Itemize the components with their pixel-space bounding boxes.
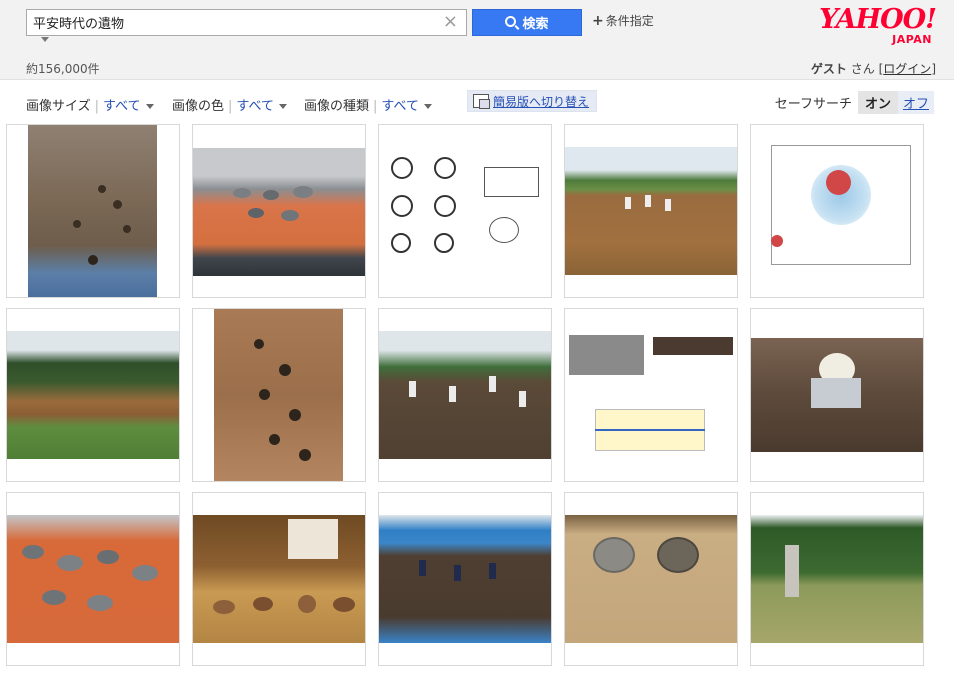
clear-icon[interactable]: × xyxy=(443,12,458,32)
filter-image-type[interactable]: 画像の種類 | すべて xyxy=(304,95,432,114)
chevron-down-icon xyxy=(145,104,154,109)
filter-value[interactable]: すべて xyxy=(103,99,141,114)
user-name: ゲスト xyxy=(810,62,847,76)
search-button-label: 検索 xyxy=(522,17,549,32)
image-result[interactable] xyxy=(192,492,366,666)
filter-image-size[interactable]: 画像サイズ | すべて xyxy=(26,95,154,114)
search-assist-arrow-icon[interactable] xyxy=(41,37,49,42)
image-result[interactable] xyxy=(6,492,180,666)
filter-separator: | xyxy=(228,99,233,114)
image-result-worker-in-pit xyxy=(751,338,923,452)
filter-separator: | xyxy=(94,99,100,114)
image-result[interactable] xyxy=(564,492,738,666)
filter-separator: | xyxy=(373,99,378,114)
filter-label: 画像サイズ xyxy=(26,99,91,114)
safe-search-on[interactable]: オン xyxy=(857,91,898,114)
image-result-excavation-workers-blue-tarp xyxy=(379,515,551,643)
image-result-coin-drawings xyxy=(379,147,551,275)
yahoo-japan-logo[interactable]: YAHOO! JAPAN xyxy=(796,4,937,46)
image-result[interactable] xyxy=(750,124,924,298)
image-result-excavation-site-tarp xyxy=(28,125,157,297)
image-result[interactable] xyxy=(6,308,180,482)
user-status: ゲスト さん [ログイン] xyxy=(811,60,936,77)
filter-value[interactable]: すべて xyxy=(381,99,419,114)
chevron-down-icon xyxy=(278,104,287,109)
image-result-site-distribution-map xyxy=(751,125,923,297)
image-result-museum-bowls xyxy=(565,515,737,643)
image-result[interactable] xyxy=(192,308,366,482)
image-result-field-excavation-workers xyxy=(565,147,737,275)
image-result[interactable] xyxy=(378,492,552,666)
image-result[interactable] xyxy=(564,308,738,482)
filter-image-color[interactable]: 画像の色 | すべて xyxy=(172,95,287,114)
image-result-excavation-postholes xyxy=(214,309,343,481)
image-result[interactable] xyxy=(750,492,924,666)
filter-label: 画像の種類 xyxy=(304,99,370,114)
simple-version-label: 簡易版へ切り替え xyxy=(493,94,590,109)
image-result[interactable] xyxy=(192,124,366,298)
image-result[interactable] xyxy=(378,124,552,298)
bracket-close: ] xyxy=(931,62,936,76)
search-box: × xyxy=(26,9,467,36)
simple-version-toggle[interactable]: 簡易版へ切り替え xyxy=(467,90,598,112)
safe-search-label: セーフサーチ xyxy=(774,97,852,112)
image-result-pottery-shards-tarp xyxy=(7,515,179,643)
simple-version-icon xyxy=(473,94,490,109)
image-result[interactable] xyxy=(378,308,552,482)
search-icon xyxy=(505,16,517,27)
image-result[interactable] xyxy=(6,124,180,298)
image-result-museum-pottery-display xyxy=(193,515,365,643)
conditions-label: 条件指定 xyxy=(605,14,654,28)
login-link[interactable]: ログイン xyxy=(883,62,931,76)
safe-search-off[interactable]: オフ xyxy=(897,91,934,114)
image-result-workers-excavation-field xyxy=(379,331,551,459)
image-result[interactable] xyxy=(564,124,738,298)
image-result-stone-monument-park xyxy=(751,515,923,643)
filter-value[interactable]: すべて xyxy=(236,99,274,114)
image-result-artifact-display-table xyxy=(193,148,365,276)
image-result-excavation-pit-trees xyxy=(7,331,179,459)
user-suffix: さん xyxy=(850,62,875,76)
conditions-link[interactable]: + 条件指定 xyxy=(592,12,654,29)
plus-icon: + xyxy=(592,13,604,29)
filter-label: 画像の色 xyxy=(172,99,225,114)
safe-search: セーフサーチ オン オフ xyxy=(775,91,934,114)
logo-main-text: YAHOO! xyxy=(819,4,937,35)
chevron-down-icon xyxy=(423,104,432,109)
logo-sub-text: JAPAN xyxy=(892,33,932,46)
search-input[interactable] xyxy=(27,10,427,35)
search-button[interactable]: 検索 xyxy=(472,9,582,36)
image-result-artifact-report-figure xyxy=(565,331,737,459)
image-result[interactable] xyxy=(750,308,924,482)
result-count: 約156,000件 xyxy=(26,62,100,76)
search-header: × 検索 +条件指定 YAHOO! JAPAN 約156,000件 ゲスト さん… xyxy=(0,0,954,80)
